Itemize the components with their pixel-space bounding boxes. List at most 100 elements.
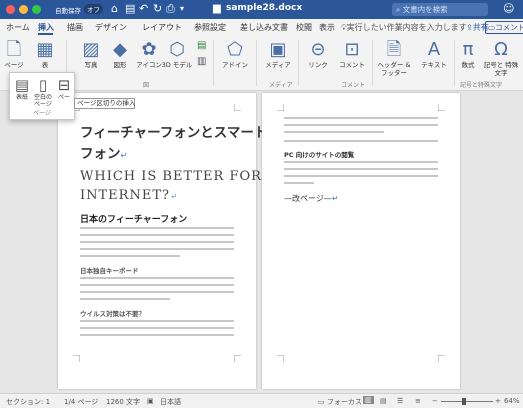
focus-button[interactable]: ▭ フォーカス <box>318 397 362 407</box>
focus-icon: ▭ <box>318 398 327 406</box>
language-indicator[interactable]: 日本語 <box>160 397 181 407</box>
text-line <box>284 161 438 163</box>
cube-icon: ⬡ <box>169 39 185 60</box>
autosave-label: 自動保存 <box>55 7 81 15</box>
home-icon[interactable]: ⌂ <box>111 2 118 16</box>
3d-models-button[interactable]: ⬡ 3D モデル <box>160 39 194 69</box>
comment-button[interactable]: ⊡ コメント <box>335 39 369 69</box>
ribbon-tabs: ホーム 挿入 描画 デザイン レイアウト 参照設定 差し込み文書 校閲 表示 💡… <box>0 19 523 36</box>
ribbon: 🗋︎ ページ ▦ 表 ▨ 写真 ◆ 図形 ✿ アイコン ⬡ 3D モデル ▤ ▥ 図 ⬠ アド… <box>0 36 523 91</box>
media-icon: ▣ <box>269 39 287 60</box>
tooltip: ページ区切りの挿入 <box>74 98 135 109</box>
tell-me-box[interactable]: 💡︎実行したい作業内容を入力します <box>341 22 467 33</box>
header-footer-button[interactable]: 🗎︎ ヘッダー & フッター <box>374 39 414 77</box>
page-break-marker: —改ページ—↵ <box>284 194 339 203</box>
text-line <box>80 248 234 250</box>
symbol-button[interactable]: Ω 記号と 特殊文字 <box>482 39 520 77</box>
text-line <box>284 175 438 177</box>
search-icon: ⌕ <box>396 5 403 14</box>
cover-page-button[interactable]: ▤ 表紙 <box>11 76 33 101</box>
redo-icon[interactable]: ↻ <box>153 2 162 16</box>
margin-corner-mark <box>73 355 80 362</box>
media-button[interactable]: ▣ メディア <box>261 39 295 69</box>
zoom-in-button[interactable]: + <box>495 397 501 405</box>
text-line <box>80 327 234 329</box>
document-area[interactable]: フィーチャーフォンとスマート フォン↵ WHICH IS BETTER FOR … <box>0 91 523 393</box>
comments-button[interactable]: ▭コメント <box>485 21 523 34</box>
blank-page-icon: ▯ <box>38 76 48 94</box>
tab-design[interactable]: デザイン <box>95 22 127 33</box>
blank-page-label: 空白の ページ <box>33 94 52 108</box>
text-line <box>284 124 438 126</box>
minimize-window-button[interactable] <box>19 5 28 14</box>
comment-label: コメント <box>339 61 365 69</box>
subtitle-line2-text: INTERNET? <box>80 188 170 203</box>
text-line <box>284 182 314 184</box>
autosave-toggle[interactable]: オフ <box>84 4 103 14</box>
addins-button[interactable]: ⬠ アドイン <box>218 39 252 69</box>
zoom-slider-thumb[interactable] <box>462 398 466 405</box>
ribbon-separator <box>372 40 373 86</box>
zoom-window-button[interactable] <box>32 5 41 14</box>
omega-icon: Ω <box>494 39 508 60</box>
tab-draw[interactable]: 描画 <box>67 22 83 33</box>
tab-references[interactable]: 参照設定 <box>194 22 226 33</box>
text-button[interactable]: A テキスト <box>417 39 451 69</box>
tab-insert[interactable]: 挿入 <box>38 22 54 33</box>
draft-view-button[interactable]: ≡ <box>415 397 421 405</box>
proofing-icon[interactable]: ▣ <box>147 397 154 405</box>
page-indicator[interactable]: 1/4 ページ <box>64 397 98 407</box>
table-button[interactable]: ▦ 表 <box>28 39 62 69</box>
undo-icon[interactable]: ↶ <box>139 2 148 16</box>
zoom-out-button[interactable]: − <box>432 397 438 405</box>
chart-icon[interactable]: ▥ <box>197 56 206 67</box>
active-tab-indicator <box>38 33 53 35</box>
account-icon[interactable]: ☺ <box>503 2 514 16</box>
page-1[interactable]: フィーチャーフォンとスマート フォン↵ WHICH IS BETTER FOR … <box>58 93 267 389</box>
tab-mailings[interactable]: 差し込み文書 <box>240 22 288 33</box>
close-window-button[interactable] <box>6 5 15 14</box>
share-icon: ⇪ <box>466 23 473 32</box>
equation-button[interactable]: π 数式 <box>451 39 485 69</box>
smartart-icon[interactable]: ▤ <box>197 40 206 51</box>
text-line <box>80 241 234 243</box>
save-icon[interactable]: ▤ <box>125 2 135 16</box>
focus-label: フォーカス <box>326 398 362 406</box>
text-line <box>80 234 234 236</box>
print-icon[interactable]: ⎙ <box>166 2 175 16</box>
symbols-group-label: 記号と特殊文字 <box>460 82 503 89</box>
search-input[interactable]: ⌕ 文書内を検索 <box>392 3 488 16</box>
document-title-line2-text: フォン <box>80 146 121 162</box>
document-title-line2: フォン↵ <box>80 146 128 162</box>
zoom-slider[interactable] <box>441 401 493 402</box>
web-layout-view-button[interactable]: ▤ <box>380 397 387 405</box>
tab-view[interactable]: 表示 <box>319 22 335 33</box>
blank-page-button[interactable]: ▯ 空白の ページ <box>32 76 54 108</box>
outline-view-button[interactable]: ☰ <box>397 397 403 405</box>
text-line <box>284 168 438 170</box>
title-bar: 自動保存 オフ ⌂ ▤ ↶ ↻ ⎙ ▾ ▆ sample28.docx ⌕ 文書… <box>0 0 523 19</box>
header-footer-label: ヘッダー & フッター <box>377 61 411 77</box>
equation-label: 数式 <box>461 61 475 69</box>
pages-button[interactable]: 🗋︎ ページ <box>0 39 31 69</box>
zoom-level[interactable]: 64% <box>504 397 520 405</box>
document-title: sample28.docx <box>226 3 303 13</box>
word-count[interactable]: 1260 文字 <box>106 397 140 407</box>
tab-layout[interactable]: レイアウト <box>142 22 182 33</box>
page-break-button[interactable]: ⊟ ペー <box>53 76 75 101</box>
tab-review[interactable]: 校閲 <box>296 22 312 33</box>
table-label: 表 <box>41 61 49 69</box>
page-2[interactable]: PC 向けのサイトの閲覧 —改ページ—↵ <box>262 93 460 389</box>
3d-models-label: 3D モデル <box>161 61 193 69</box>
links-button[interactable]: ⊝ リンク <box>301 39 335 69</box>
print-layout-view-button[interactable]: ▥ <box>363 396 374 404</box>
media-group-label: メディア <box>269 82 293 89</box>
section-indicator[interactable]: セクション: 1 <box>6 397 50 407</box>
status-bar: セクション: 1 1/4 ページ 1260 文字 ▣ 日本語 ▭ フォーカス ▥… <box>0 393 523 408</box>
text-line <box>284 140 438 142</box>
customize-qat-icon[interactable]: ▾ <box>180 2 184 16</box>
pages-label: ページ <box>4 61 24 69</box>
addins-icon: ⬠ <box>227 39 243 60</box>
tab-home[interactable]: ホーム <box>6 22 30 33</box>
cover-page-icon: ▤ <box>14 76 30 94</box>
